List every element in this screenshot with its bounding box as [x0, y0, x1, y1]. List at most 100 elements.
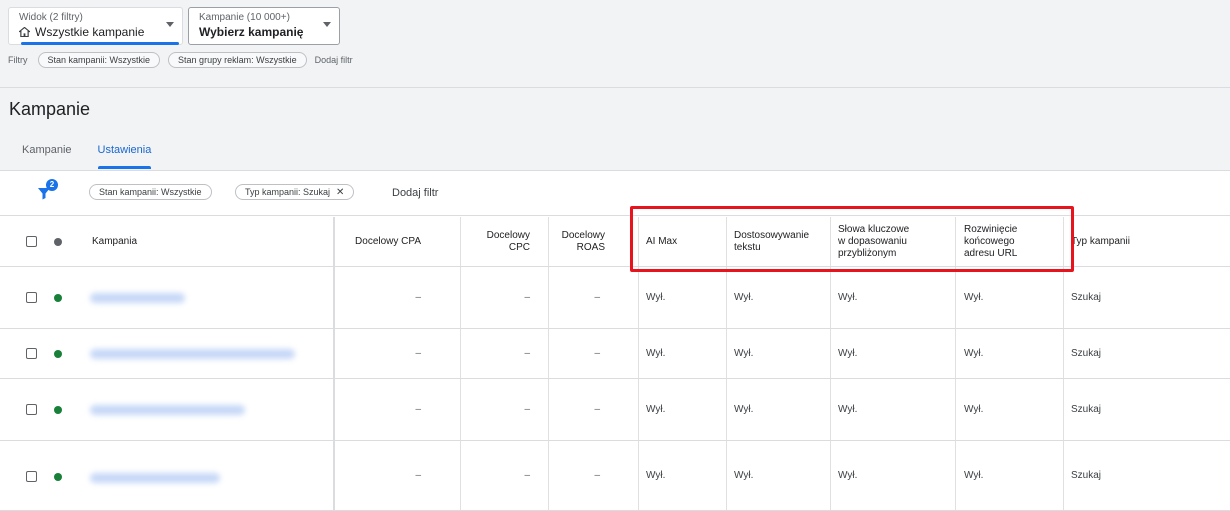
cell-url-expansion[interactable]: Wył. — [964, 329, 983, 378]
row-checkbox[interactable] — [26, 404, 37, 415]
cell-broad-match[interactable]: Wył. — [838, 379, 857, 440]
column-divider — [638, 217, 639, 266]
column-divider — [830, 329, 831, 378]
cell-campaign-type: Szukaj — [1071, 292, 1102, 303]
cell-target-cpa: – — [415, 292, 421, 303]
cell-text-customization[interactable]: Wył. — [734, 441, 753, 510]
cell-target-cpc: – — [524, 348, 530, 359]
column-header-url-expansion[interactable]: Rozwinięcie końcowego adresu URL — [964, 217, 1017, 266]
home-icon — [19, 27, 30, 37]
cell-campaign-type: Szukaj — [1071, 470, 1102, 481]
row-checkbox[interactable] — [26, 292, 37, 303]
chevron-down-icon — [166, 22, 174, 27]
cell-broad-match[interactable]: Wył. — [838, 267, 857, 328]
column-divider — [1063, 329, 1064, 378]
cell-target-roas: – — [594, 348, 600, 359]
tab-settings[interactable]: Ustawienia — [85, 138, 165, 170]
page-title: Kampanie — [9, 99, 91, 119]
cell-ai-max[interactable]: Wył. — [646, 379, 665, 440]
campaign-selector-sublabel: Kampanie (10 000+) — [199, 12, 290, 23]
view-selector[interactable]: Widok (2 filtry) Wszystkie kampanie — [8, 7, 183, 45]
cell-url-expansion[interactable]: Wył. — [964, 441, 983, 510]
status-enabled-icon — [54, 473, 62, 481]
tab-campaigns[interactable]: Kampanie — [0, 138, 85, 170]
cell-text-customization[interactable]: Wył. — [734, 329, 753, 378]
filter-chip-adgroup-status[interactable]: Stan grupy reklam: Wszystkie — [168, 52, 307, 68]
cell-ai-max[interactable]: Wył. — [646, 329, 665, 378]
cell-target-cpa: – — [415, 348, 421, 359]
filter-chip-campaign-status[interactable]: Stan kampanii: Wszystkie — [89, 184, 212, 200]
column-divider — [726, 217, 727, 266]
column-divider — [955, 267, 956, 328]
status-enabled-icon — [54, 406, 62, 414]
column-header-target-cpc[interactable]: Docelowy CPC — [460, 217, 530, 266]
column-divider — [830, 217, 831, 266]
column-header-text-customization[interactable]: Dostosowywanie tekstu — [734, 217, 809, 266]
campaign-selector[interactable]: Kampanie (10 000+) Wybierz kampanię — [188, 7, 340, 45]
table-row[interactable]: – – – Wył. Wył. Wył. Wył. Szukaj — [0, 329, 1230, 379]
table-filter-bar: 2 Stan kampanii: Wszystkie Typ kampanii:… — [0, 171, 1230, 216]
column-divider — [638, 267, 639, 328]
close-icon[interactable]: ✕ — [336, 187, 344, 198]
cell-target-cpc: – — [524, 292, 530, 303]
campaign-name-redacted[interactable] — [90, 405, 245, 415]
row-checkbox[interactable] — [26, 471, 37, 482]
campaign-name-redacted[interactable] — [90, 473, 220, 483]
cell-target-roas: – — [594, 470, 600, 481]
cell-url-expansion[interactable]: Wył. — [964, 379, 983, 440]
filter-chip-campaign-status[interactable]: Stan kampanii: Wszystkie — [37, 52, 161, 68]
cell-campaign-type: Szukaj — [1071, 348, 1102, 359]
cell-broad-match[interactable]: Wył. — [838, 441, 857, 510]
column-divider — [955, 217, 956, 266]
table-row[interactable]: – – – Wył. Wył. Wył. Wył. Szukaj — [0, 379, 1230, 441]
column-header-broad-match[interactable]: Słowa kluczowe w dopasowaniu przybliżony… — [838, 217, 909, 266]
filter-chip-campaign-type[interactable]: Typ kampanii: Szukaj ✕ — [235, 184, 355, 200]
column-divider — [726, 379, 727, 440]
cell-text-customization[interactable]: Wył. — [734, 379, 753, 440]
status-enabled-icon — [54, 294, 62, 302]
select-all-checkbox[interactable] — [26, 236, 37, 247]
row-checkbox[interactable] — [26, 348, 37, 359]
cell-url-expansion[interactable]: Wył. — [964, 267, 983, 328]
filter-count-badge: 2 — [46, 179, 58, 191]
column-divider — [955, 441, 956, 510]
column-divider — [830, 379, 831, 440]
status-icon — [54, 238, 62, 246]
filter-chip-label: Typ kampanii: Szukaj — [245, 187, 331, 197]
table-header: Kampania Docelowy CPA Docelowy CPC Docel… — [0, 217, 1230, 267]
cell-target-cpa: – — [415, 404, 421, 415]
campaign-name-redacted[interactable] — [90, 349, 295, 359]
view-selector-sublabel: Widok (2 filtry) — [19, 12, 83, 23]
column-divider — [830, 267, 831, 328]
column-header-ai-max[interactable]: AI Max — [646, 217, 677, 266]
active-view-indicator — [21, 42, 179, 45]
column-header-target-cpa[interactable]: Docelowy CPA — [335, 217, 421, 266]
top-bar: Widok (2 filtry) Wszystkie kampanie Kamp… — [0, 0, 1230, 88]
column-header-campaign-type[interactable]: Typ kampanii — [1071, 217, 1130, 266]
column-divider — [638, 441, 639, 510]
status-enabled-icon — [54, 350, 62, 358]
cell-target-roas: – — [594, 292, 600, 303]
cell-campaign-type: Szukaj — [1071, 404, 1102, 415]
cell-text-customization[interactable]: Wył. — [734, 267, 753, 328]
cell-ai-max[interactable]: Wył. — [646, 267, 665, 328]
filters-label: Filtry — [8, 55, 28, 65]
table-row[interactable]: – – – Wył. Wył. Wył. Wył. Szukaj — [0, 441, 1230, 511]
column-divider — [726, 441, 727, 510]
column-divider — [726, 267, 727, 328]
cell-target-cpa: – — [415, 470, 421, 481]
column-header-campaign[interactable]: Kampania — [92, 217, 137, 266]
column-divider — [1063, 217, 1064, 266]
cell-ai-max[interactable]: Wył. — [646, 441, 665, 510]
column-divider — [1063, 441, 1064, 510]
column-divider — [1063, 267, 1064, 328]
column-header-target-roas[interactable]: Docelowy ROAS — [548, 217, 605, 266]
cell-broad-match[interactable]: Wył. — [838, 329, 857, 378]
campaign-name-redacted[interactable] — [90, 293, 185, 303]
column-divider — [638, 329, 639, 378]
add-filter-button[interactable]: Dodaj filtr — [392, 187, 438, 199]
view-selector-value: Wszystkie kampanie — [35, 25, 145, 39]
add-filter-link[interactable]: Dodaj filtr — [315, 55, 353, 65]
column-divider — [726, 329, 727, 378]
table-row[interactable]: – – – Wył. Wył. Wył. Wył. Szukaj — [0, 267, 1230, 329]
